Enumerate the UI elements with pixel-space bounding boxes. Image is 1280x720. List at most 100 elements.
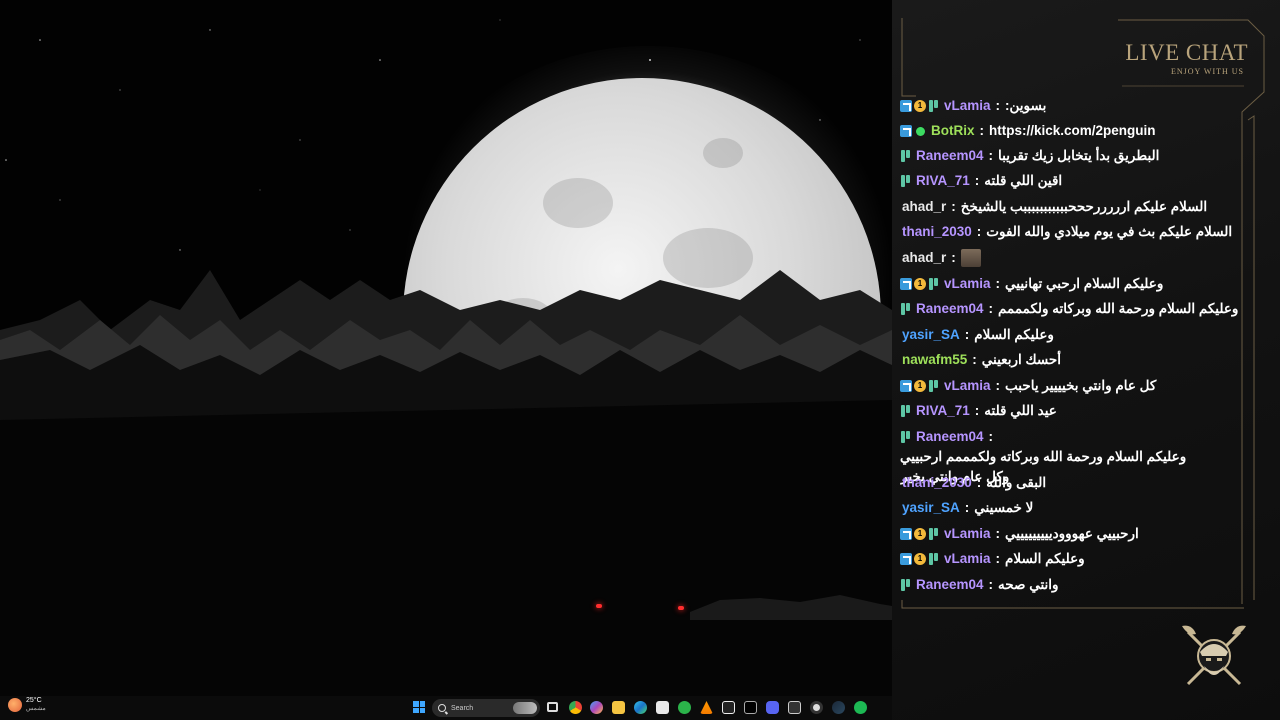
chat-message-text: وعليكم السلام ورحمة الله وبركاته ولكمممم… bbox=[900, 449, 1187, 464]
weather-temperature: 25°C bbox=[26, 697, 42, 704]
task-view-icon[interactable] bbox=[547, 702, 558, 712]
chat-message-text: السلام عليكم ارررررحححبببببببببببب يالشي… bbox=[960, 199, 1208, 214]
chat-separator: : bbox=[951, 199, 956, 214]
chat-username[interactable]: vLamia bbox=[944, 525, 991, 543]
chrome-icon[interactable] bbox=[569, 701, 582, 714]
taskbar: 25°C مشمس Search bbox=[0, 696, 892, 720]
gifter-badge-icon: 1 bbox=[914, 528, 926, 540]
chat-separator: : bbox=[995, 378, 1001, 393]
chat-message: Raneem04: وعليكم السلام ورحمة الله وبركات… bbox=[900, 300, 1242, 318]
search-icon bbox=[438, 704, 446, 712]
chat-username[interactable]: RIVA_71 bbox=[916, 402, 970, 420]
chat-username[interactable]: nawafm55 bbox=[902, 351, 967, 369]
chat-username[interactable]: Raneem04 bbox=[916, 300, 984, 318]
chat-separator: : bbox=[988, 577, 994, 592]
vlc-icon[interactable] bbox=[700, 701, 713, 714]
moderator-badge-icon bbox=[900, 380, 912, 392]
chat-username[interactable]: BotRix bbox=[931, 122, 975, 140]
moderator-badge-icon bbox=[900, 125, 912, 137]
subscriber-badge-icon bbox=[928, 100, 940, 112]
chat-username[interactable]: yasir_SA bbox=[902, 499, 960, 517]
discord-icon[interactable] bbox=[766, 701, 779, 714]
desktop-wallpaper bbox=[0, 0, 892, 720]
chat-separator: : bbox=[979, 123, 985, 138]
moderator-badge-icon bbox=[900, 528, 912, 540]
chat-message-text: https://kick.com/2penguin bbox=[989, 123, 1156, 138]
live-chat-subtitle: ENJOY WITH US bbox=[1171, 67, 1244, 76]
chat-separator: : bbox=[995, 526, 1001, 541]
gifter-badge-icon: 1 bbox=[914, 100, 926, 112]
chat-message-text: اقين اللي قلته bbox=[984, 173, 1063, 188]
chat-message-text: ارحبييي عهوووديييييييييي bbox=[1005, 526, 1139, 541]
chat-separator: : bbox=[995, 276, 1001, 291]
chat-username[interactable]: ahad_r bbox=[902, 198, 946, 216]
chat-username[interactable]: Raneem04 bbox=[916, 576, 984, 594]
weather-widget[interactable]: 25°C مشمس bbox=[8, 697, 46, 712]
epic-games-icon[interactable] bbox=[788, 701, 801, 714]
steam-icon[interactable] bbox=[832, 701, 845, 714]
weather-icon bbox=[8, 697, 22, 712]
chat-message-list[interactable]: 1 vLamia: بسوين: BotRix: https://kick.com/2p… bbox=[900, 97, 1242, 603]
chat-separator: : bbox=[988, 429, 994, 444]
chat-message-text: وعليكم السلام ورحمة الله وبركاته ولكمممم bbox=[998, 301, 1239, 316]
subscriber-badge-icon bbox=[900, 431, 912, 443]
moderator-badge-icon bbox=[900, 278, 912, 290]
chat-separator: : bbox=[974, 173, 980, 188]
gifter-badge-icon: 1 bbox=[914, 553, 926, 565]
capcut-icon[interactable] bbox=[722, 701, 735, 714]
chat-separator: : bbox=[995, 98, 1001, 113]
verified-badge-icon bbox=[916, 126, 925, 136]
chat-username[interactable]: ahad_r bbox=[902, 249, 946, 267]
subscriber-badge-icon bbox=[900, 175, 912, 187]
taskbar-search[interactable]: Search bbox=[432, 699, 540, 717]
chat-message: nawafm55: أحسك اربعيني bbox=[900, 351, 1242, 369]
chat-username[interactable]: vLamia bbox=[944, 97, 991, 115]
chat-emote-icon bbox=[960, 249, 981, 267]
chat-separator: : bbox=[988, 148, 994, 163]
live-chat-title: LIVE CHAT bbox=[1125, 40, 1248, 65]
chat-username[interactable]: Raneem04 bbox=[916, 147, 984, 165]
subscriber-badge-icon bbox=[928, 380, 940, 392]
copilot-icon[interactable] bbox=[590, 701, 603, 714]
chat-message: RIVA_71: عيد اللي قلته bbox=[900, 402, 1242, 420]
spotify-icon[interactable] bbox=[854, 701, 867, 714]
weather-condition: مشمس bbox=[26, 706, 46, 712]
chat-message: RIVA_71: اقين اللي قلته bbox=[900, 172, 1242, 190]
chat-username[interactable]: yasir_SA bbox=[902, 326, 960, 344]
chat-username[interactable]: Raneem04 bbox=[916, 428, 984, 446]
chat-separator: : bbox=[964, 327, 970, 342]
chat-message: 1 vLamia: وعليكم السلام ارحبي تهانييي bbox=[900, 275, 1242, 293]
x-icon[interactable] bbox=[744, 701, 757, 714]
chat-username[interactable]: vLamia bbox=[944, 275, 991, 293]
chat-message: BotRix: https://kick.com/2penguin bbox=[900, 122, 1242, 140]
chat-username[interactable]: vLamia bbox=[944, 550, 991, 568]
subscriber-badge-icon bbox=[900, 150, 912, 162]
subscriber-badge-icon bbox=[928, 278, 940, 290]
chat-username[interactable]: RIVA_71 bbox=[916, 172, 970, 190]
chat-separator: : bbox=[995, 551, 1001, 566]
file-explorer-icon[interactable] bbox=[612, 701, 625, 714]
chat-username[interactable]: vLamia bbox=[944, 377, 991, 395]
chat-separator: : bbox=[974, 403, 980, 418]
gifter-badge-icon: 1 bbox=[914, 380, 926, 392]
calculator-icon[interactable] bbox=[656, 701, 669, 714]
chat-separator: : bbox=[976, 475, 982, 490]
viking-emblem-logo bbox=[1182, 625, 1246, 686]
chat-message: 1 vLamia: كل عام وانتي بخيييير ياحبب bbox=[900, 377, 1242, 395]
search-highlight-image bbox=[513, 702, 537, 714]
xbox-icon[interactable] bbox=[678, 701, 691, 714]
chat-username[interactable]: thani_2030 bbox=[902, 223, 972, 241]
edge-icon[interactable] bbox=[634, 701, 647, 714]
chat-message: 1 vLamia: ارحبييي عهوووديييييييييي bbox=[900, 525, 1242, 543]
chat-message: yasir_SA: لا خمسيني bbox=[900, 499, 1242, 517]
start-button[interactable] bbox=[413, 701, 425, 713]
chat-username[interactable]: thani_2030 bbox=[902, 474, 972, 492]
red-car bbox=[596, 600, 688, 612]
chat-message: 1 vLamia: وعليكم السلام bbox=[900, 550, 1242, 568]
obs-icon[interactable] bbox=[810, 701, 823, 714]
chat-message-text: وانتي صحه bbox=[998, 577, 1059, 592]
live-chat-panel: LIVE CHAT ENJOY WITH US 1 vLamia: بسوين: Bo… bbox=[892, 0, 1280, 720]
chat-separator: : bbox=[964, 500, 970, 515]
chat-message: yasir_SA: وعليكم السلام bbox=[900, 326, 1242, 344]
subscriber-badge-icon bbox=[900, 579, 912, 591]
